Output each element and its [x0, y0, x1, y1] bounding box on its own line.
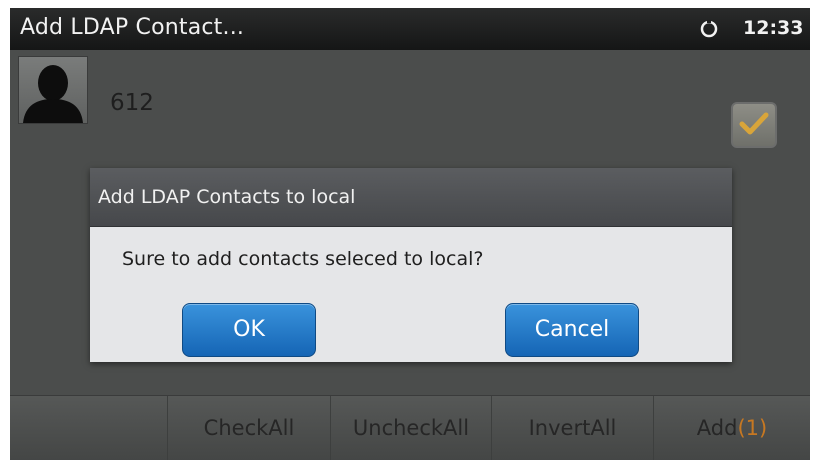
person-silhouette-icon — [18, 56, 88, 124]
add-button[interactable]: Add(1) — [653, 396, 810, 460]
softkey-empty — [10, 396, 167, 460]
contact-list-item[interactable]: 612 — [10, 50, 810, 148]
screen-title: Add LDAP Contact... — [20, 15, 245, 40]
phone-screen: Add LDAP Contact... 12:33 612 Add LDAP C… — [10, 8, 810, 460]
add-label: Add — [696, 416, 738, 440]
check-all-button[interactable]: CheckAll — [167, 396, 330, 460]
contact-checkbox[interactable] — [731, 102, 777, 148]
softkey-bar: CheckAll UncheckAll InvertAll Add(1) — [10, 395, 810, 460]
invert-all-button[interactable]: InvertAll — [491, 396, 653, 460]
ok-button[interactable]: OK — [182, 303, 316, 357]
dialog-message: Sure to add contacts seleced to local? — [122, 248, 484, 270]
checkmark-icon — [739, 112, 769, 135]
contact-name: 612 — [110, 90, 154, 116]
confirm-dialog: Add LDAP Contacts to local Sure to add c… — [90, 168, 732, 362]
clock-time: 12:33 — [743, 17, 804, 39]
clock-icon — [700, 19, 718, 38]
uncheck-all-button[interactable]: UncheckAll — [330, 396, 491, 460]
dialog-header: Add LDAP Contacts to local — [90, 168, 732, 227]
status-bar: Add LDAP Contact... 12:33 — [10, 8, 810, 50]
dialog-title: Add LDAP Contacts to local — [98, 186, 356, 208]
cancel-button[interactable]: Cancel — [505, 303, 639, 357]
add-count: (1) — [737, 416, 768, 440]
